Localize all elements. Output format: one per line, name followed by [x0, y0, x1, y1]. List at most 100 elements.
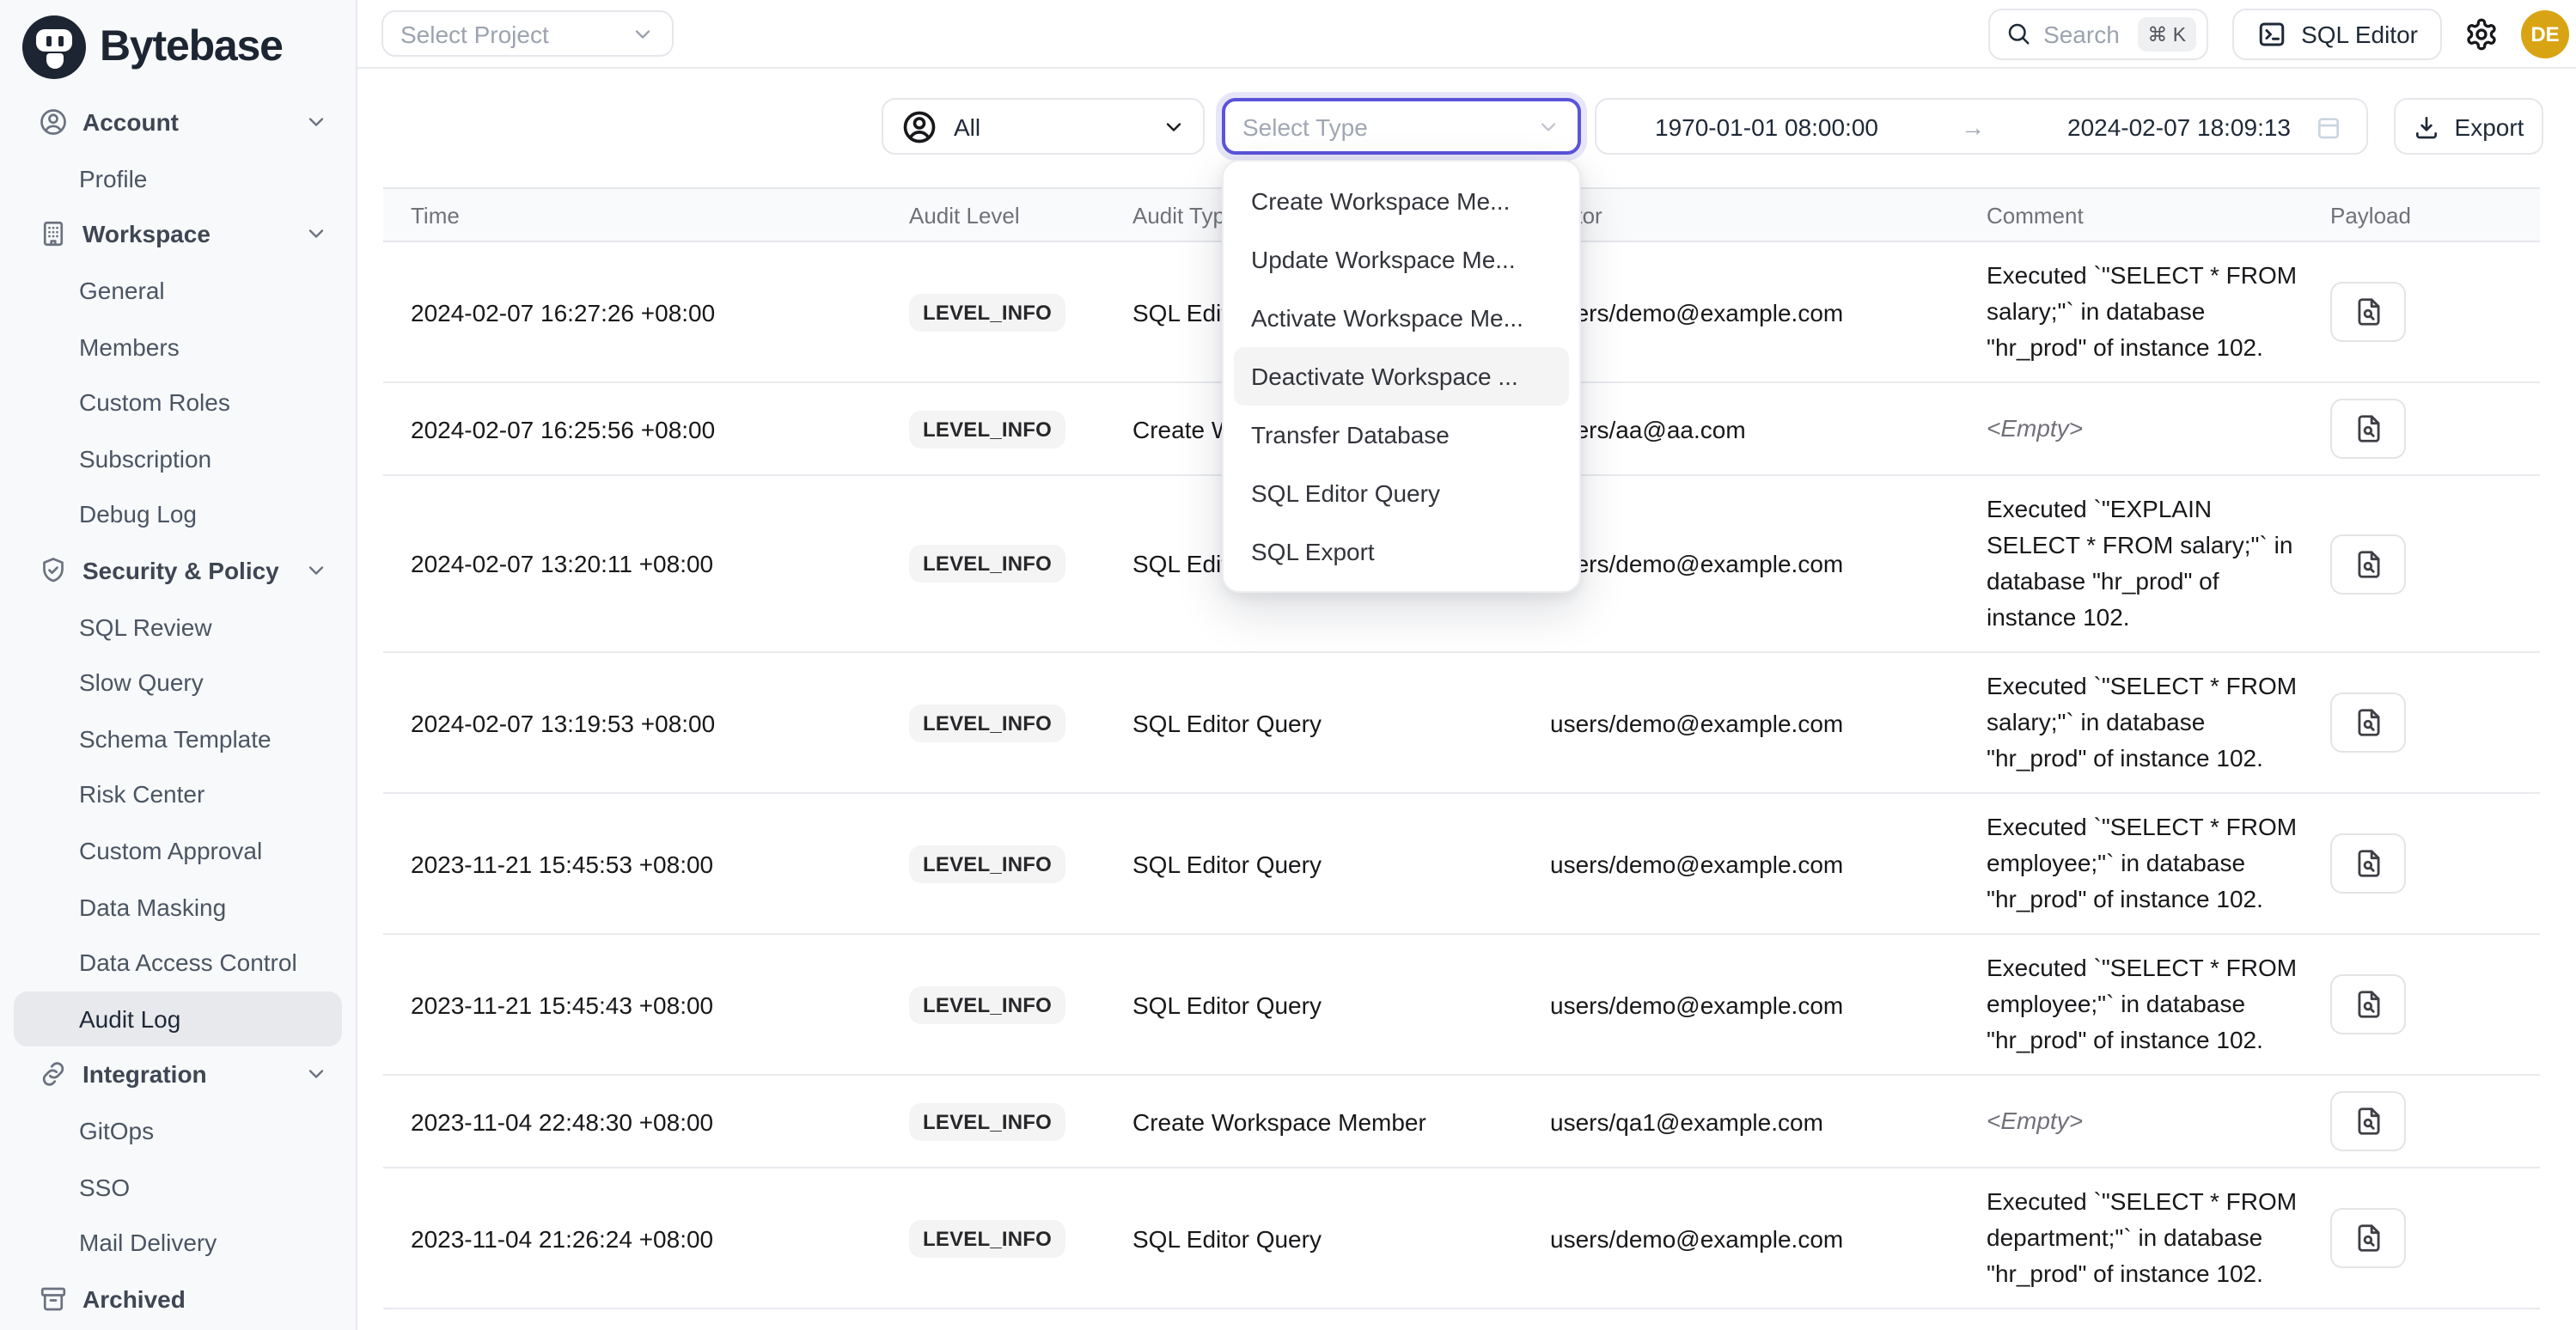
- user-circle-icon: [900, 107, 938, 145]
- cell-time: 2024-02-07 16:25:56 +08:00: [383, 400, 909, 458]
- sidebar-item-workspace[interactable]: Workspace: [14, 206, 342, 262]
- settings-gear-icon[interactable]: [2464, 16, 2499, 51]
- sidebar-item-label: Account: [82, 109, 179, 137]
- file-search-icon: [2352, 547, 2384, 580]
- type-filter-select[interactable]: Select Type: [1222, 98, 1581, 155]
- column-header-actor: Actor: [1550, 202, 1987, 228]
- sidebar-item-debug-log[interactable]: Debug Log: [14, 486, 342, 542]
- payload-view-button[interactable]: [2330, 534, 2406, 594]
- download-icon: [2414, 113, 2441, 140]
- bytebase-logo-icon: [22, 15, 86, 79]
- sidebar-item-general[interactable]: General: [14, 263, 342, 319]
- sidebar-item-label: Schema Template: [79, 725, 272, 753]
- project-select[interactable]: Select Project: [382, 10, 674, 57]
- sidebar-item-label: Data Masking: [79, 893, 226, 920]
- sidebar-item-security-policy[interactable]: Security & Policy: [14, 543, 342, 599]
- cell-audit-level: LEVEL_INFO: [909, 1087, 1132, 1156]
- sidebar-item-mail-delivery[interactable]: Mail Delivery: [14, 1215, 342, 1271]
- cell-audit-type: SQL Editor Query: [1132, 834, 1550, 893]
- sidebar-item-label: SSO: [79, 1173, 130, 1200]
- sidebar-item-audit-log[interactable]: Audit Log: [14, 991, 342, 1046]
- menu-item-deactivate-workspace[interactable]: Deactivate Workspace ...: [1234, 347, 1569, 406]
- actor-filter-select[interactable]: All: [882, 98, 1205, 155]
- payload-view-button[interactable]: [2330, 974, 2406, 1034]
- audit-level-badge: LEVEL_INFO: [909, 293, 1065, 331]
- cell-audit-level: LEVEL_INFO: [909, 688, 1132, 757]
- export-label: Export: [2455, 113, 2524, 140]
- sidebar-item-integration[interactable]: Integration: [14, 1046, 342, 1102]
- sidebar-item-label: Slow Query: [79, 668, 204, 696]
- cell-time: 2023-11-21 15:45:53 +08:00: [383, 834, 909, 893]
- cell-actor: users/demo@example.com: [1550, 283, 1987, 341]
- chevron-down-icon: [304, 223, 328, 247]
- menu-item-update-workspace-me[interactable]: Update Workspace Me...: [1224, 230, 1579, 289]
- sidebar-item-account[interactable]: Account: [14, 95, 342, 150]
- sidebar-item-sso[interactable]: SSO: [14, 1159, 342, 1215]
- payload-view-button[interactable]: [2330, 1091, 2406, 1151]
- cell-payload: [2330, 1076, 2540, 1167]
- cell-comment: Executed `"SELECT * FROM employee;"` in …: [1987, 794, 2330, 933]
- payload-view-button[interactable]: [2330, 282, 2406, 342]
- chevron-down-icon: [631, 21, 655, 46]
- payload-view-button[interactable]: [2330, 692, 2406, 753]
- menu-item-create-workspace-me[interactable]: Create Workspace Me...: [1224, 172, 1579, 230]
- sql-editor-label: SQL Editor: [2301, 20, 2418, 47]
- column-header-payload: Payload: [2330, 202, 2540, 228]
- menu-item-sql-export[interactable]: SQL Export: [1224, 522, 1579, 581]
- sidebar-item-risk-center[interactable]: Risk Center: [14, 766, 342, 822]
- bytebase-logo[interactable]: Bytebase: [22, 15, 283, 79]
- cell-audit-level: LEVEL_INFO: [909, 829, 1132, 898]
- cell-audit-level: LEVEL_INFO: [909, 1204, 1132, 1272]
- cell-audit-type: SQL Editor Query: [1132, 693, 1550, 752]
- table-row: 2023-11-04 21:26:24 +08:00LEVEL_INFOSQL …: [383, 1168, 2540, 1309]
- cell-actor: users/demo@example.com: [1550, 534, 1987, 593]
- cell-time: 2024-02-07 13:20:11 +08:00: [383, 534, 909, 593]
- payload-view-button[interactable]: [2330, 399, 2406, 459]
- sidebar-item-schema-template[interactable]: Schema Template: [14, 711, 342, 766]
- sidebar-item-label: SQL Review: [79, 613, 212, 640]
- sidebar-item-label: Security & Policy: [82, 557, 279, 584]
- file-search-icon: [2352, 1222, 2384, 1254]
- chevron-down-icon: [1536, 114, 1560, 138]
- filters-toolbar: All Select Type 1970-01-01 08:00:00 → 20…: [882, 98, 2543, 155]
- cell-payload: [2330, 383, 2540, 474]
- sidebar-item-custom-roles[interactable]: Custom Roles: [14, 375, 342, 430]
- type-filter-placeholder: Select Type: [1242, 113, 1368, 140]
- menu-item-sql-editor-query[interactable]: SQL Editor Query: [1224, 464, 1579, 522]
- sidebar-item-archived[interactable]: Archived: [14, 1271, 342, 1327]
- date-to-value: 2024-02-07 18:09:13: [2067, 113, 2291, 140]
- sidebar-item-label: Custom Approval: [79, 837, 262, 864]
- sidebar-item-subscription[interactable]: Subscription: [14, 430, 342, 486]
- sql-editor-button[interactable]: SQL Editor: [2232, 8, 2442, 59]
- sidebar-item-gitops[interactable]: GitOps: [14, 1102, 342, 1158]
- sidebar-item-data-masking[interactable]: Data Masking: [14, 879, 342, 935]
- sidebar-item-profile[interactable]: Profile: [14, 150, 342, 206]
- sidebar-item-members[interactable]: Members: [14, 319, 342, 375]
- sidebar-item-custom-approval[interactable]: Custom Approval: [14, 822, 342, 878]
- file-search-icon: [2352, 847, 2384, 880]
- cell-comment: Executed `"SELECT * FROM salary;"` in da…: [1987, 653, 2330, 792]
- menu-item-activate-workspace-me[interactable]: Activate Workspace Me...: [1224, 289, 1579, 347]
- file-search-icon: [2352, 412, 2384, 445]
- date-range-input[interactable]: 1970-01-01 08:00:00 → 2024-02-07 18:09:1…: [1595, 98, 2368, 155]
- export-button[interactable]: Export: [2394, 98, 2543, 155]
- payload-view-button[interactable]: [2330, 833, 2406, 894]
- menu-item-transfer-database[interactable]: Transfer Database: [1224, 406, 1579, 464]
- sidebar-item-label: Integration: [82, 1061, 207, 1089]
- actor-filter-value: All: [954, 113, 980, 140]
- date-from-value: 1970-01-01 08:00:00: [1655, 113, 1878, 140]
- cell-comment: <Empty>: [1987, 395, 2330, 462]
- type-filter-menu: Create Workspace Me...Update Workspace M…: [1222, 160, 1581, 593]
- sidebar-item-label: Mail Delivery: [79, 1229, 217, 1256]
- shield-check-icon: [38, 555, 69, 586]
- sidebar-item-sql-review[interactable]: SQL Review: [14, 599, 342, 655]
- sidebar-item-data-access-control[interactable]: Data Access Control: [14, 935, 342, 991]
- cell-comment: Executed `"SELECT * FROM employee;"` in …: [1987, 935, 2330, 1074]
- payload-view-button[interactable]: [2330, 1208, 2406, 1268]
- sidebar-item-slow-query[interactable]: Slow Query: [14, 655, 342, 711]
- search-input[interactable]: Search ⌘ K: [1988, 8, 2208, 59]
- sidebar: Bytebase AccountProfileWorkspaceGeneralM…: [0, 0, 357, 1330]
- brand-name: Bytebase: [100, 22, 283, 72]
- sidebar-item-label: Debug Log: [79, 501, 197, 528]
- user-avatar[interactable]: DE: [2521, 9, 2569, 58]
